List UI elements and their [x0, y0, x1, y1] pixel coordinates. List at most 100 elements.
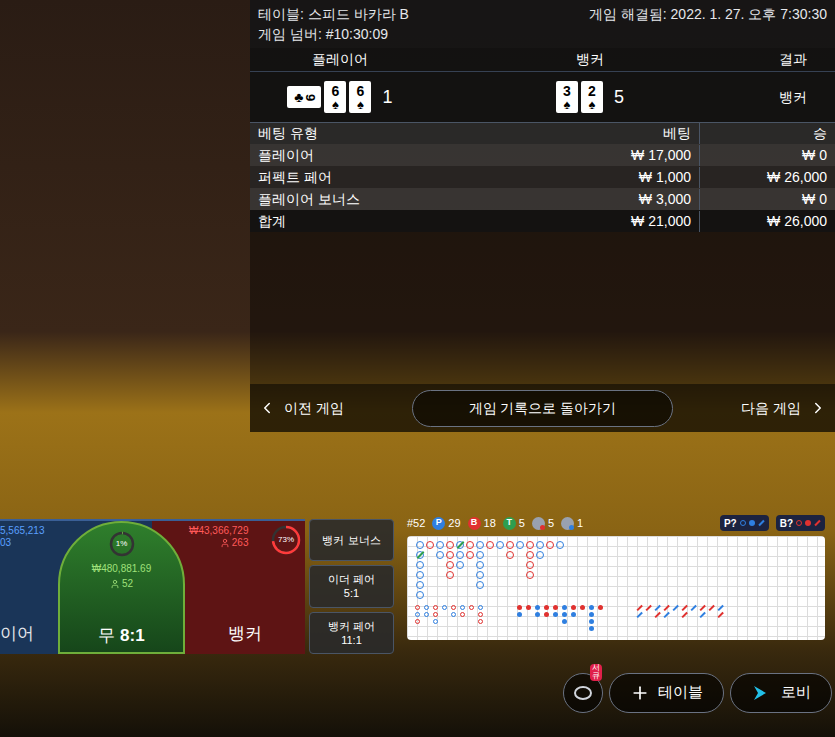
plus-icon	[630, 683, 650, 703]
round-count: #52	[407, 515, 425, 532]
road-mark	[555, 540, 565, 550]
road-mark	[475, 550, 485, 560]
banker-hand: 3♠2♠ 5	[430, 81, 750, 113]
game-detail-panel: 테이블: 스피드 바카라 B 게임 해결됨: 2022. 1. 27. 오후 7:…	[250, 0, 835, 432]
lobby-icon	[751, 684, 769, 702]
bet-header: 베팅 유형	[250, 123, 500, 144]
derived-road	[635, 604, 725, 632]
road-mark	[475, 570, 485, 580]
road-mark	[465, 540, 475, 550]
road-mark	[415, 550, 425, 560]
road-mark	[525, 540, 535, 550]
bet-row: 플레이어₩ 17,000₩ 0	[250, 144, 835, 166]
person-icon	[220, 538, 230, 548]
road-mark	[415, 570, 425, 580]
prev-game-button[interactable]: 이전 게임	[258, 398, 344, 419]
road-mark	[415, 540, 425, 550]
road-mark	[465, 550, 475, 560]
bet-row: 플레이어 보너스₩ 3,000₩ 0	[250, 188, 835, 210]
prediction-button[interactable]: B?	[776, 515, 825, 531]
bet-table: 베팅 유형베팅승플레이어₩ 17,000₩ 0퍼펙트 페어₩ 1,000₩ 26…	[250, 122, 835, 232]
table-name: 테이블: 스피드 바카라 B	[258, 4, 409, 24]
back-to-history-button[interactable]: 게임 기록으로 돌아가기	[412, 390, 674, 427]
bet-spots: 5,565,21303이어1%₩480,881.6952무 8:1₩43,366…	[0, 519, 305, 654]
bet-header: 베팅	[500, 123, 700, 144]
road-mark	[425, 540, 435, 550]
road-mark	[415, 590, 425, 600]
derived-road	[515, 604, 605, 632]
roadmap	[407, 536, 825, 640]
tie-spot[interactable]: 1%₩480,881.6952무 8:1	[58, 521, 185, 654]
stat-item: T5	[503, 515, 525, 532]
prediction-button[interactable]: P?	[720, 515, 769, 531]
bet-header: 승	[700, 123, 835, 144]
road-mark	[455, 560, 465, 570]
road-mark	[495, 540, 505, 550]
playing-card: 2♠	[581, 81, 603, 113]
chevron-left-icon	[258, 399, 276, 417]
chip-button[interactable]: 서큐	[563, 673, 603, 713]
derived-road	[413, 604, 485, 632]
result-winner: 뱅커	[750, 87, 835, 108]
pair-stat: 1	[561, 515, 583, 532]
road-mark	[505, 550, 515, 560]
resolved-time: 게임 해결됨: 2022. 1. 27. 오후 7:30:30	[589, 4, 827, 24]
road-mark	[525, 550, 535, 560]
stat-item: B18	[468, 515, 496, 532]
road-mark	[415, 560, 425, 570]
side-bet-button[interactable]: 이더 페어5:1	[309, 565, 394, 607]
person-icon	[110, 579, 120, 589]
bet-row: 퍼펙트 페어₩ 1,000₩ 26,000	[250, 166, 835, 188]
chip-icon	[574, 686, 592, 700]
road-mark	[515, 540, 525, 550]
game-nav: 이전 게임 게임 기록으로 돌아가기 다음 게임	[250, 384, 835, 432]
result-header: 플레이어	[250, 49, 430, 70]
big-road	[411, 540, 821, 602]
road-mark	[525, 570, 535, 580]
road-mark	[535, 550, 545, 560]
road-mark	[445, 560, 455, 570]
road-mark	[475, 540, 485, 550]
road-mark	[535, 540, 545, 550]
road-mark	[475, 560, 485, 570]
road-mark	[455, 540, 465, 550]
baccarat-screen: 테이블: 스피드 바카라 B 게임 해결됨: 2022. 1. 27. 오후 7:…	[0, 0, 835, 737]
playing-card: 6♠	[349, 81, 371, 113]
side-bet-button[interactable]: 뱅커 보너스	[309, 519, 394, 561]
road-mark	[415, 580, 425, 590]
game-info: 테이블: 스피드 바카라 B 게임 해결됨: 2022. 1. 27. 오후 7:…	[250, 0, 835, 48]
banker-spot[interactable]: ₩43,366,72926373%뱅커	[185, 521, 305, 654]
road-mark	[455, 550, 465, 560]
playing-card: 3♠	[556, 81, 578, 113]
playing-card: ♣9	[287, 86, 321, 108]
player-spot[interactable]: 5,565,21303이어	[0, 521, 58, 654]
stat-item: P29	[432, 515, 460, 532]
result-header: 결과	[750, 49, 835, 70]
road-mark	[485, 540, 495, 550]
result-header: 뱅커	[430, 49, 750, 70]
road-mark	[475, 580, 485, 590]
chevron-right-icon	[809, 399, 827, 417]
side-bets: 뱅커 보너스이더 페어5:1 뱅커 페어11:1	[309, 519, 394, 654]
road-mark	[445, 550, 455, 560]
road-mark	[445, 540, 455, 550]
road-mark	[435, 540, 445, 550]
game-number: 게임 넘버: #10:30:09	[258, 24, 827, 44]
lobby-button[interactable]: 로비	[730, 673, 832, 713]
banker-score: 5	[614, 84, 624, 111]
side-bet-button[interactable]: 뱅커 페어11:1	[309, 612, 394, 654]
bottom-bar: 서큐테이블로비	[0, 658, 835, 737]
result-section: 플레이어뱅커결과♣96♠6♠13♠2♠5뱅커	[250, 48, 835, 122]
chip-badge: 서큐	[590, 664, 602, 682]
road-mark	[545, 540, 555, 550]
stats-bar: #52P29B18T551P?B?	[407, 510, 825, 536]
road-mark	[525, 560, 535, 570]
road-mark	[435, 550, 445, 560]
road-mark	[505, 540, 515, 550]
playing-card: 6♠	[324, 81, 346, 113]
player-score: 1	[382, 84, 392, 111]
next-game-button[interactable]: 다음 게임	[741, 398, 827, 419]
player-hand: ♣96♠6♠1	[250, 81, 430, 113]
table-button[interactable]: 테이블	[609, 673, 724, 713]
bet-total-row: 합계₩ 21,000₩ 26,000	[250, 210, 835, 232]
